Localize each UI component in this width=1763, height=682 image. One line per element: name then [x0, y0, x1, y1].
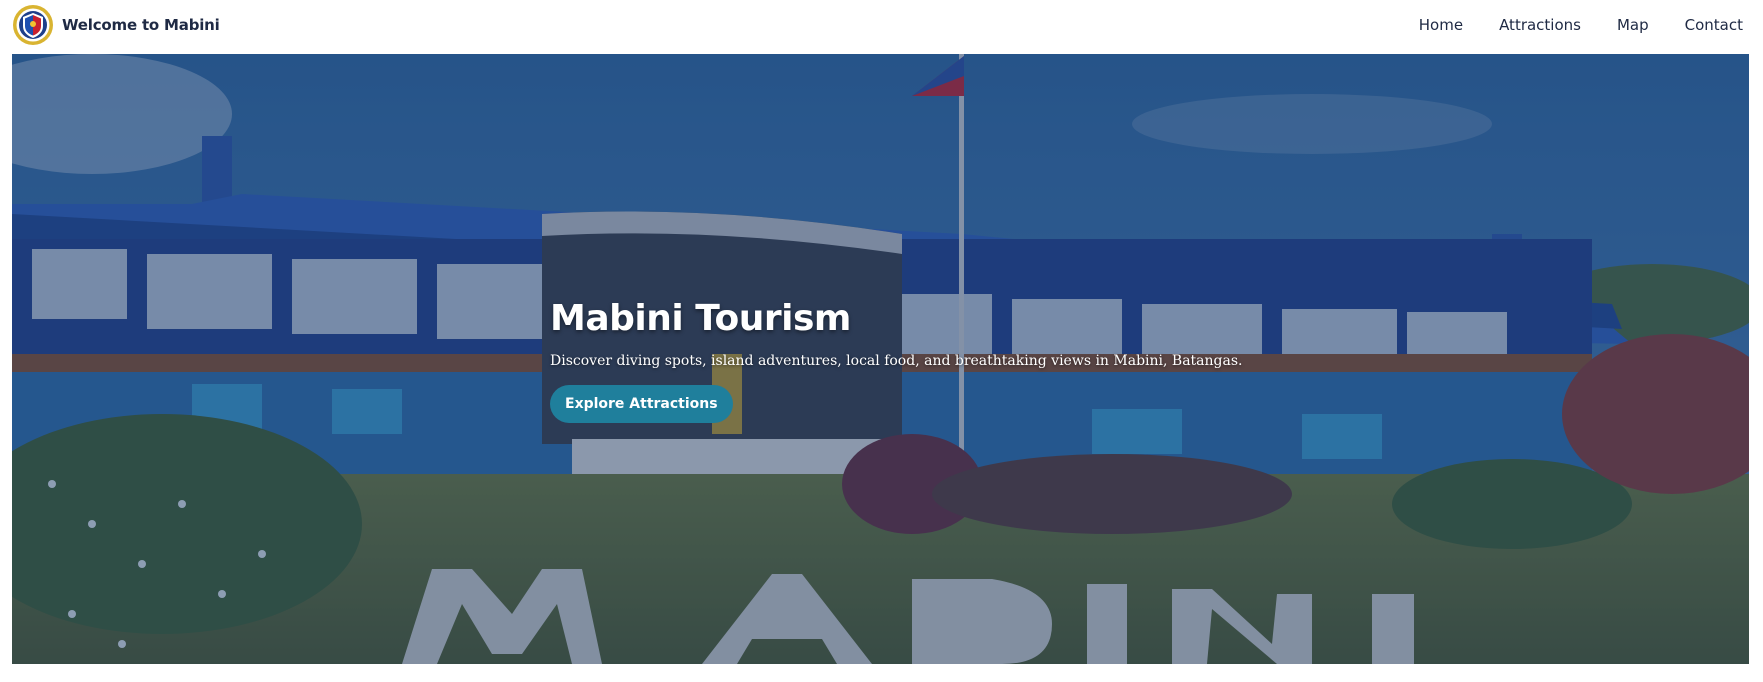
nav-attractions-link[interactable]: Attractions — [1499, 16, 1581, 34]
nav-map-link[interactable]: Map — [1617, 16, 1649, 34]
explore-attractions-button[interactable]: Explore Attractions — [550, 385, 733, 423]
hero-title: Mabini Tourism — [550, 298, 851, 339]
nav-contact-link[interactable]: Contact — [1685, 16, 1743, 34]
nav-home-link[interactable]: Home — [1419, 16, 1463, 34]
hero-content: Mabini Tourism Discover diving spots, is… — [550, 298, 1242, 423]
brand-link[interactable]: Welcome to Mabini — [12, 4, 220, 46]
hero-banner: Mabini Tourism Discover diving spots, is… — [12, 54, 1749, 664]
municipal-seal-icon — [13, 5, 53, 45]
main-nav: Home Attractions Map Contact — [1383, 0, 1743, 50]
hero-subtitle: Discover diving spots, island adventures… — [550, 353, 1243, 369]
top-navbar: Welcome to Mabini Home Attractions Map C… — [0, 0, 1763, 50]
site-title: Welcome to Mabini — [62, 16, 220, 34]
